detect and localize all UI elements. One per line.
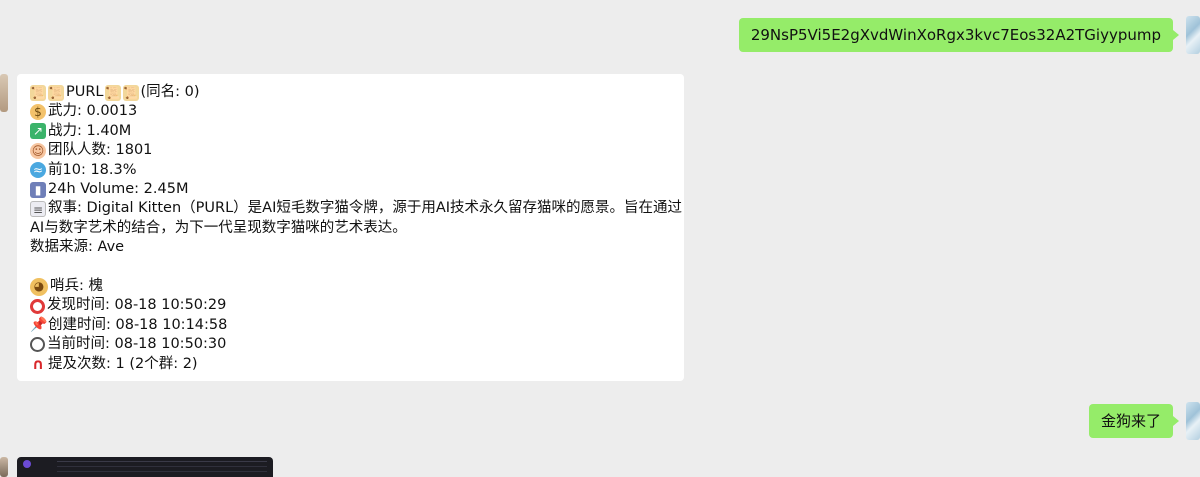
- source-line: 数据来源: Ave: [30, 238, 684, 257]
- scroll-icon: 📜: [122, 84, 139, 101]
- sentinel-text: 哨兵: 槐: [50, 277, 103, 294]
- created-text: 创建时间: 08-18 10:14:58: [48, 316, 228, 333]
- top10-text: 前10: 18.3%: [48, 161, 137, 178]
- mentions-line: ∩ 提及次数: 1 (2个群: 2): [30, 355, 684, 374]
- sent-message-text: 29NsP5Vi5E2gXvdWinXoRgx3kvc7Eos32A2TGiyy…: [750, 26, 1161, 44]
- narrative-line: ≡ 叙事: Digital Kitten（PURL）是AI短毛数字猫令牌，源于用A…: [30, 199, 690, 238]
- current-time-text: 当前时间: 08-18 10:50:30: [47, 336, 227, 353]
- memo-icon: ≡: [30, 201, 46, 218]
- bot-avatar[interactable]: [0, 74, 8, 112]
- holders-line: ☺ 团队人数: 1801: [30, 141, 684, 160]
- market-cap-text: 战力: 1.40M: [48, 122, 132, 139]
- token-symbol: PURL: [66, 84, 104, 100]
- doge-icon: ◕: [30, 277, 48, 296]
- sent-message-followup[interactable]: 金狗来了: [1088, 404, 1180, 438]
- sentinel-line: ◕ 哨兵: 槐: [30, 277, 684, 296]
- sent-message-text: 金狗来了: [1100, 412, 1161, 430]
- card-title-line: 📜 📜 PURL 📜 📜 (同名: 0): [30, 83, 684, 102]
- narrative-text: 叙事: Digital Kitten（PURL）是AI短毛数字猫令牌，源于用AI…: [30, 200, 683, 236]
- bar-chart-icon: ▮: [30, 181, 46, 198]
- money-bag-icon: $: [30, 104, 46, 121]
- source-text: 数据来源: Ave: [30, 239, 125, 256]
- price-line: $ 武力: 0.0013: [30, 102, 684, 121]
- volume-line: ▮ 24h Volume: 2.45M: [30, 180, 684, 199]
- person-face-icon: ☺: [30, 142, 46, 159]
- own-avatar[interactable]: [1186, 402, 1200, 440]
- thumbnail-row: [57, 461, 267, 462]
- magnet-icon: ∩: [31, 355, 45, 374]
- bot-avatar[interactable]: [0, 457, 8, 477]
- mentions-text: 提及次数: 1 (2个群: 2): [48, 355, 198, 372]
- scroll-icon: 📜: [30, 84, 46, 101]
- thumbnail-row: [57, 471, 267, 472]
- chart-increasing-icon: ↗: [30, 123, 46, 140]
- thumbnail-row: [57, 466, 267, 467]
- clock-icon: [30, 337, 45, 353]
- bot-message-card[interactable]: 📜 📜 PURL 📜 📜 (同名: 0) $ 武力: 0.0013 ↗ 战力: …: [17, 74, 684, 381]
- market-cap-line: ↗ 战力: 1.40M: [30, 122, 684, 141]
- own-avatar[interactable]: [1186, 16, 1200, 54]
- scroll-icon: 📜: [48, 84, 64, 101]
- top10-line: ≈ 前10: 18.3%: [30, 161, 684, 180]
- holders-text: 团队人数: 1801: [48, 142, 153, 159]
- created-line: 📌 创建时间: 08-18 10:14:58: [30, 316, 684, 335]
- volume-text: 24h Volume: 2.45M: [48, 180, 189, 197]
- thumbnail-logo: [23, 460, 31, 468]
- discovered-text: 发现时间: 08-18 10:50:29: [47, 297, 227, 314]
- pushpin-icon: 📌: [30, 317, 48, 334]
- same-name-count: (同名: 0): [140, 84, 200, 100]
- sent-message-address[interactable]: 29NsP5Vi5E2gXvdWinXoRgx3kvc7Eos32A2TGiyy…: [738, 18, 1180, 52]
- scroll-icon: 📜: [104, 84, 121, 101]
- target-icon: [30, 298, 45, 314]
- price-text: 武力: 0.0013: [48, 103, 138, 120]
- discovered-line: 发现时间: 08-18 10:50:29: [30, 296, 684, 315]
- image-message-thumbnail[interactable]: [17, 457, 273, 477]
- whale-icon: ≈: [30, 162, 46, 179]
- current-time-line: 当前时间: 08-18 10:50:30: [30, 335, 684, 354]
